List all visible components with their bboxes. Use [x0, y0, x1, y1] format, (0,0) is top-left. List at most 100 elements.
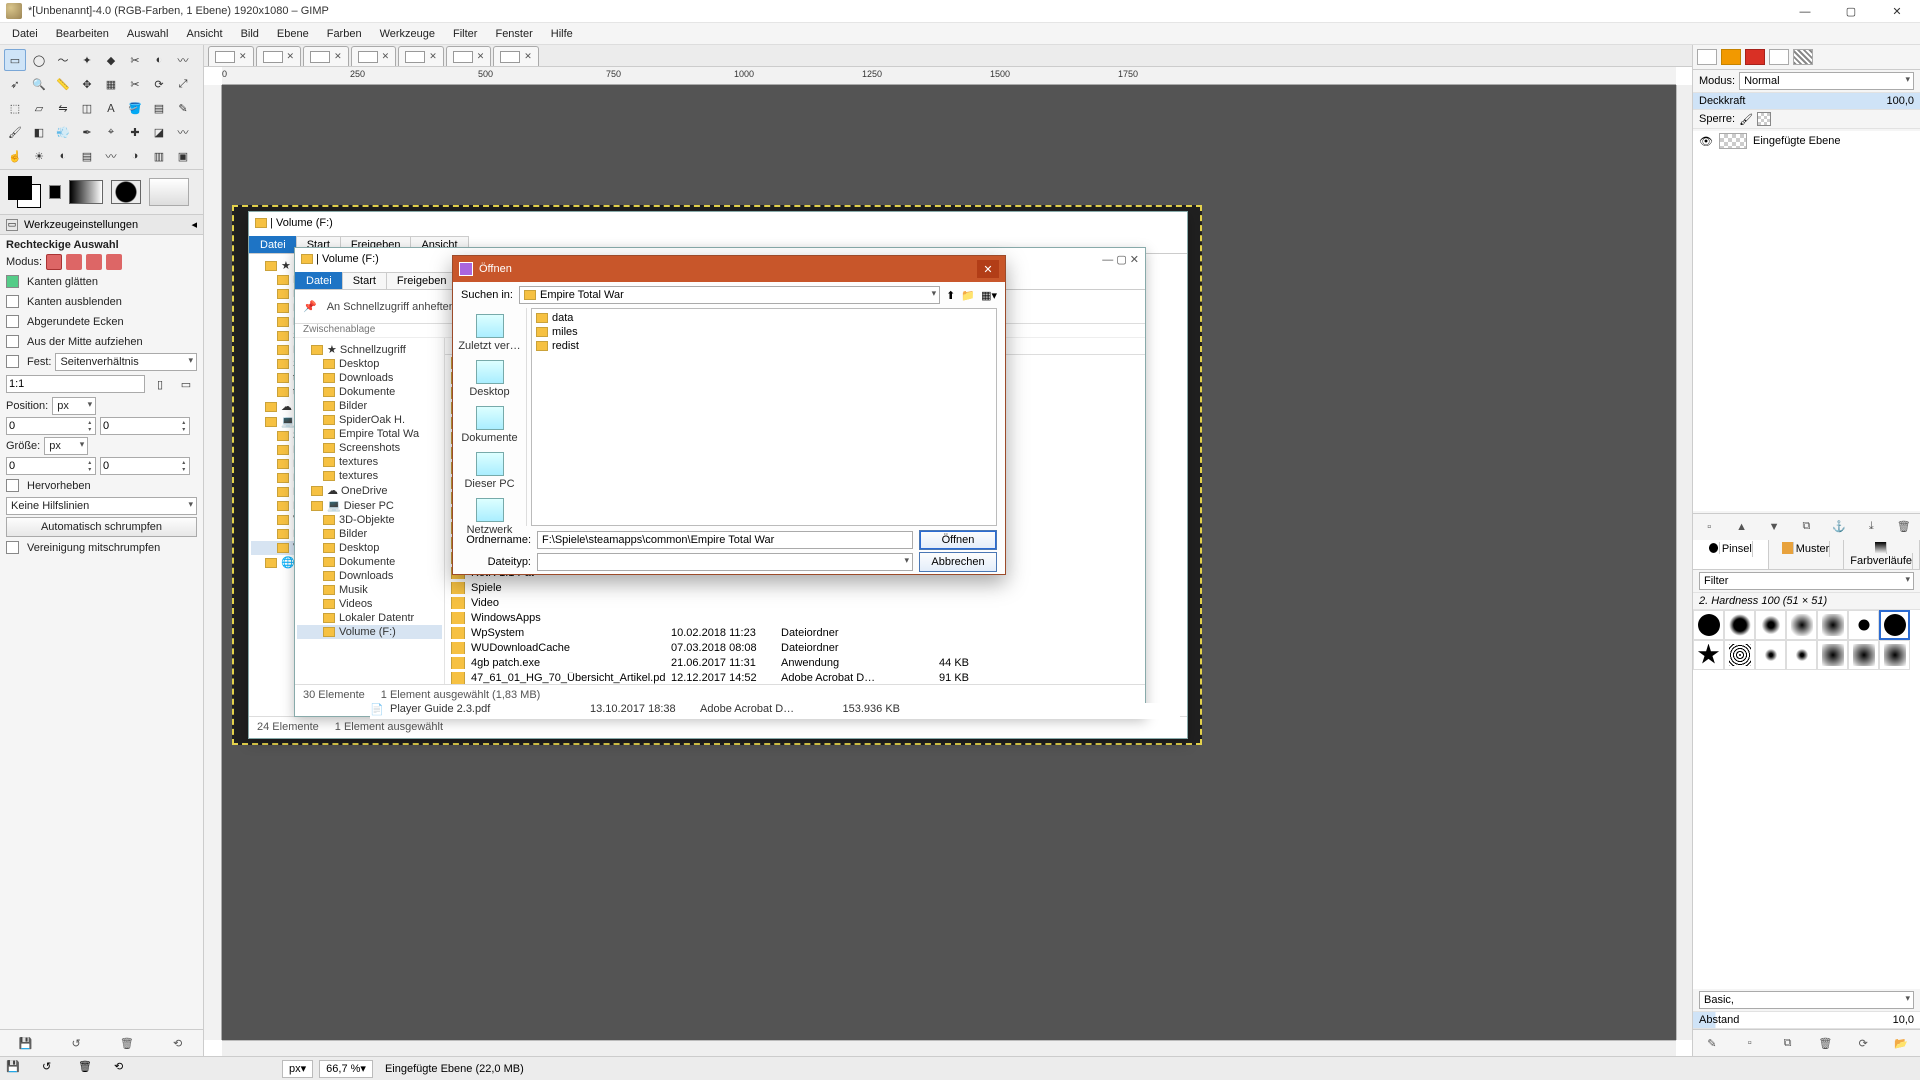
fg-bg-swatch[interactable] [8, 176, 41, 208]
lock-alpha-icon[interactable] [1757, 112, 1771, 126]
tool-rotate[interactable]: ⟳ [148, 73, 170, 95]
brush-preset[interactable] [1724, 640, 1755, 670]
brush-edit-icon[interactable]: ✎ [1702, 1034, 1722, 1052]
menu-tools[interactable]: Werkzeuge [372, 26, 443, 42]
expand-center-checkbox[interactable] [6, 335, 23, 349]
open-button[interactable]: Öffnen [919, 530, 997, 550]
fg-color[interactable] [8, 176, 32, 200]
fixed-checkbox[interactable] [6, 355, 23, 369]
new-layer-icon[interactable]: ▫ [1699, 518, 1719, 536]
brush-dup-icon[interactable]: ⧉ [1778, 1034, 1798, 1052]
spacing-value[interactable]: 10,0 [1893, 1014, 1914, 1026]
place-item[interactable]: Desktop [455, 360, 524, 398]
brush-filter[interactable]: Filter [1699, 572, 1914, 590]
visibility-icon[interactable]: 👁 [1699, 135, 1713, 148]
history-tab-icon[interactable] [1793, 49, 1813, 65]
tool-gradient[interactable]: ▤ [148, 97, 170, 119]
tool-hue-sat[interactable]: ◑ [124, 145, 146, 167]
open-dialog-folder[interactable]: miles [534, 325, 994, 339]
gradients-tab[interactable]: Farbverläufe [1844, 540, 1920, 569]
dock-menu-icon[interactable]: ◂ [191, 218, 197, 231]
tool-dodge[interactable]: ☀ [28, 145, 50, 167]
anchor-layer-icon[interactable]: ⚓ [1829, 518, 1849, 536]
guides-combo[interactable]: Keine Hilfslinien [6, 497, 197, 515]
tool-bucket-fill[interactable]: 🪣 [124, 97, 146, 119]
delete-layer-icon[interactable]: 🗑 [1894, 518, 1914, 536]
brush-new-icon[interactable]: ▫ [1740, 1034, 1760, 1052]
tool-clone[interactable]: ⌖ [100, 121, 122, 143]
brush-refresh-icon[interactable]: ⟳ [1853, 1034, 1873, 1052]
patterns-tab[interactable]: Muster [1769, 540, 1845, 569]
menu-edit[interactable]: Bearbeiten [48, 26, 117, 42]
place-item[interactable]: Netzwerk [455, 498, 524, 536]
status-unit-combo[interactable]: px ▾ [282, 1060, 313, 1078]
tool-heal[interactable]: ✚ [124, 121, 146, 143]
tool-fuzzy-select[interactable]: ✦ [76, 49, 98, 71]
status-zoom-combo[interactable]: 66,7 % ▾ [319, 1060, 373, 1078]
mode-intersect-icon[interactable] [106, 254, 122, 270]
place-item[interactable]: Dieser PC [455, 452, 524, 490]
opt-revert-icon[interactable]: ↺ [66, 1034, 86, 1052]
tool-measure[interactable]: 📏 [52, 73, 74, 95]
tool-pencil[interactable]: ✎ [172, 97, 194, 119]
image-tab[interactable]: ✕ [446, 46, 492, 66]
tool-ink[interactable]: ✒ [76, 121, 98, 143]
size-w-field[interactable]: ▴▾ [6, 457, 96, 475]
brush-preset[interactable] [1879, 640, 1910, 670]
brush-preset[interactable] [1693, 610, 1724, 640]
size-h-field[interactable]: ▴▾ [100, 457, 190, 475]
menu-windows[interactable]: Fenster [487, 26, 540, 42]
tool-ellipse-select[interactable]: ◯ [28, 49, 50, 71]
close-tab-icon[interactable]: ✕ [382, 51, 390, 62]
tool-paths[interactable]: 〰 [172, 49, 194, 71]
maximize-button[interactable]: ▢ [1828, 0, 1874, 23]
blend-mode-combo[interactable]: Normal [1739, 72, 1914, 90]
close-button[interactable]: ✕ [1874, 0, 1920, 23]
opt-reset-icon[interactable]: ⟲ [168, 1034, 188, 1052]
lock-pixels-icon[interactable]: 🖌 [1739, 113, 1753, 126]
opt-save-icon[interactable]: 💾 [15, 1034, 35, 1052]
open-dialog-folder[interactable]: redist [534, 339, 994, 353]
brush-preset-combo[interactable]: Basic, [1699, 991, 1914, 1009]
duplicate-layer-icon[interactable]: ⧉ [1796, 518, 1816, 536]
tool-by-color-select[interactable]: ◆ [100, 49, 122, 71]
highlight-checkbox[interactable] [6, 479, 23, 493]
antialias-checkbox[interactable] [6, 275, 23, 289]
minimize-button[interactable]: — [1782, 0, 1828, 23]
mode-add-icon[interactable] [66, 254, 82, 270]
close-tab-icon[interactable]: ✕ [239, 51, 247, 62]
rounded-checkbox[interactable] [6, 315, 23, 329]
lower-layer-icon[interactable]: ▼ [1764, 518, 1784, 536]
ratio-landscape-icon[interactable]: ▭ [175, 373, 197, 395]
paths-tab-icon[interactable] [1745, 49, 1765, 65]
tool-align[interactable]: ▦ [100, 73, 122, 95]
channels-tab-icon[interactable] [1721, 49, 1741, 65]
close-tab-icon[interactable]: ✕ [334, 51, 342, 62]
tool-perspective-clone[interactable]: ◪ [148, 121, 170, 143]
brush-preset[interactable] [1817, 640, 1848, 670]
footer-icon-1[interactable]: 💾 [6, 1060, 24, 1078]
menu-layer[interactable]: Ebene [269, 26, 317, 42]
ratio-portrait-icon[interactable]: ▯ [149, 373, 171, 395]
tool-crop[interactable]: ✂ [124, 73, 146, 95]
ratio-field[interactable] [6, 375, 145, 393]
pos-y-field[interactable]: ▴▾ [100, 417, 190, 435]
active-gradient[interactable] [69, 180, 104, 204]
tool-rectangle-select[interactable]: ▭ [4, 49, 26, 71]
close-tab-icon[interactable]: ✕ [287, 51, 295, 62]
open-dialog-titlebar[interactable]: Öffnen ✕ [453, 256, 1005, 282]
brush-open-icon[interactable]: 📂 [1891, 1034, 1911, 1052]
shrink-merged-checkbox[interactable] [6, 541, 23, 555]
image-tab[interactable]: ✕ [303, 46, 349, 66]
open-file-list[interactable]: datamilesredist [531, 308, 997, 526]
brush-del-icon[interactable]: 🗑 [1815, 1034, 1835, 1052]
cancel-button[interactable]: Abbrechen [919, 552, 997, 572]
close-tab-icon[interactable]: ✕ [429, 51, 437, 62]
auto-shrink-button[interactable]: Automatisch schrumpfen [6, 517, 197, 537]
tool-scale[interactable]: ⤢ [172, 73, 194, 95]
tool-smudge[interactable]: ☝ [4, 145, 26, 167]
fixed-combo[interactable]: Seitenverhältnis [55, 353, 197, 371]
footer-icon-3[interactable]: 🗑 [78, 1060, 96, 1078]
close-tab-icon[interactable]: ✕ [477, 51, 485, 62]
tool-shear[interactable]: ⬚ [4, 97, 26, 119]
